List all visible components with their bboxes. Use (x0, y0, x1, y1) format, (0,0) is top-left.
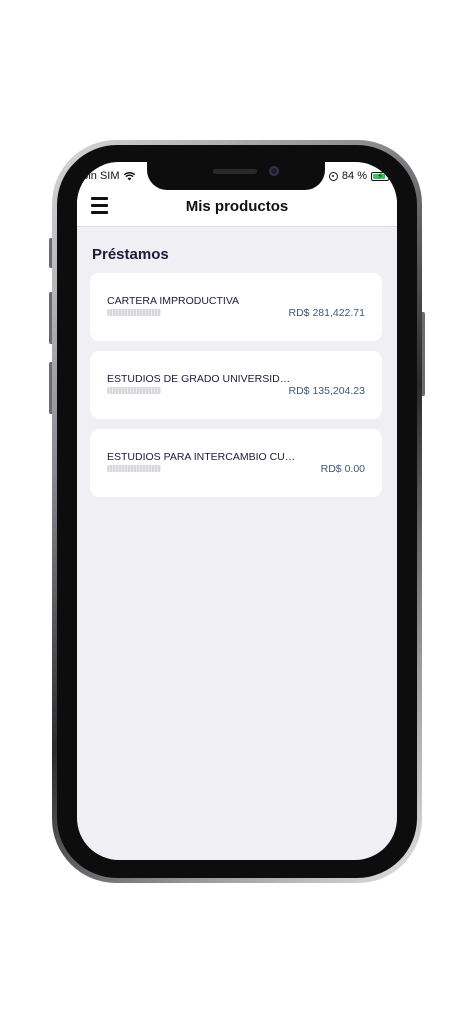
loan-card[interactable]: ESTUDIOS DE GRADO UNIVERSIDAD... RD$ 135… (90, 351, 382, 419)
loan-amount: RD$ 135,204.23 (288, 385, 365, 397)
loan-name: ESTUDIOS PARA INTERCAMBIO CULTURAL... (107, 451, 297, 463)
carrier-indicator: Sin SIM (81, 170, 135, 182)
status-right: 84 % ⚡ (328, 170, 389, 182)
phone-screen: Sin SIM 84 % ⚡ Mis productos Préstamos C… (77, 162, 397, 860)
loan-name: ESTUDIOS DE GRADO UNIVERSIDAD... (107, 373, 297, 385)
battery-percent: 84 % (341, 170, 367, 182)
charging-bolt-icon: ⚡ (377, 170, 384, 181)
section-title-loans: Préstamos (92, 246, 169, 263)
loan-account-number-masked (107, 387, 161, 394)
carrier-label: Sin SIM (81, 170, 120, 182)
speaker-grille (213, 169, 257, 174)
loan-account-number-masked (107, 465, 161, 472)
loan-account-number-masked (107, 309, 161, 316)
battery-charging-icon: ⚡ (371, 170, 389, 181)
wifi-icon (123, 171, 135, 180)
page-title: Mis productos (185, 198, 289, 215)
loan-amount: RD$ 281,422.71 (288, 307, 365, 319)
orientation-lock-icon (328, 171, 338, 181)
loan-amount: RD$ 0.00 (320, 463, 365, 475)
loan-card[interactable]: CARTERA IMPRODUCTIVA RD$ 281,422.71 (90, 273, 382, 341)
front-camera (269, 166, 279, 176)
device-mockup: Sin SIM 84 % ⚡ Mis productos Préstamos C… (0, 0, 473, 1024)
loan-card[interactable]: ESTUDIOS PARA INTERCAMBIO CULTURAL... RD… (90, 429, 382, 497)
loan-name: CARTERA IMPRODUCTIVA (107, 295, 240, 307)
notch (147, 162, 325, 190)
navigation-bar: Mis productos (77, 188, 397, 227)
